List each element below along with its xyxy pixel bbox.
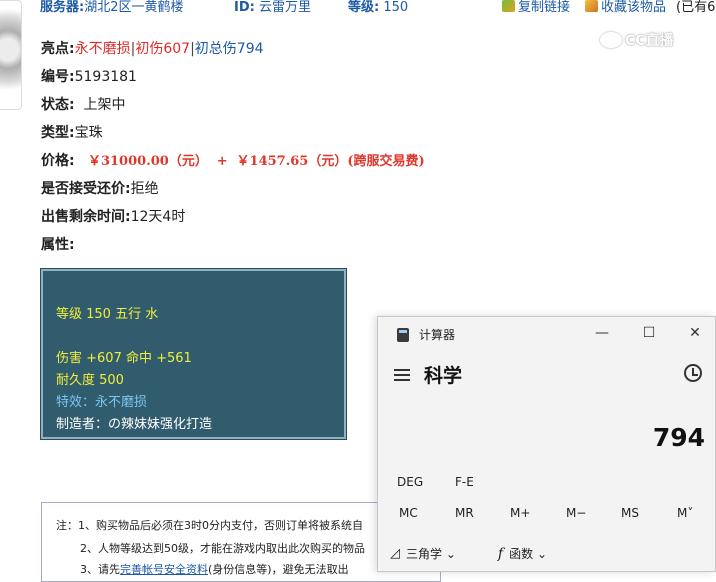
m-plus-button[interactable]: M+ bbox=[510, 506, 530, 520]
price-row: 价格: ￥31000.00（元） + ￥1457.65（元）(跨服交易费) bbox=[41, 153, 425, 169]
mr-button[interactable]: MR bbox=[455, 506, 474, 520]
attribute-panel: 等级 150 五行 水 伤害 +607 命中 +561 耐久度 500 特效：永… bbox=[40, 268, 347, 440]
remaining-time-row: 出售剩余时间: 12天4时 bbox=[41, 209, 186, 225]
ms-button[interactable]: MS bbox=[621, 506, 639, 520]
item-thumbnail[interactable] bbox=[0, 0, 22, 110]
mc-button[interactable]: MC bbox=[399, 506, 418, 520]
type-row: 类型: 宝珠 bbox=[41, 125, 103, 141]
calculator-app-icon bbox=[397, 327, 409, 342]
calculator-mode-bar: 科学 bbox=[394, 361, 462, 388]
calculator-window[interactable]: 计算器 — ☐ ✕ 科学 794 DEG F-E MC MR M+ M− MS … bbox=[377, 316, 716, 572]
chevron-down-icon: ⌄ bbox=[536, 547, 547, 561]
memory-list-button[interactable]: M˅ bbox=[677, 506, 693, 520]
attr-maker: 制造者：の辣妹妹强化打造 bbox=[56, 417, 213, 432]
maximize-button[interactable]: ☐ bbox=[639, 323, 659, 343]
status-row: 状态: 上架中 bbox=[41, 97, 126, 113]
attr-damage-hit: 伤害 +607 命中 +561 bbox=[56, 351, 192, 366]
item-header-bar: 服务器:湖北2区一黄鹤楼 ID: 云雷万里 等级: 150 复制链接 收藏该物品… bbox=[40, 0, 716, 15]
server-info: 服务器:湖北2区一黄鹤楼 bbox=[40, 0, 184, 15]
attr-level-element: 等级 150 五行 水 bbox=[56, 307, 159, 322]
trig-dropdown[interactable]: 三角学 ⌄ bbox=[406, 545, 456, 562]
highlight-row: 亮点: 永不磨损 | 初伤607 | 初总伤794 bbox=[41, 41, 264, 57]
copy-link-icon bbox=[502, 0, 515, 12]
attr-durability: 耐久度 500 bbox=[56, 373, 124, 388]
calculator-display: 794 bbox=[652, 423, 705, 452]
seller-level: 等级: 150 bbox=[348, 0, 409, 15]
watermark-logo-icon bbox=[600, 32, 622, 48]
item-image bbox=[0, 9, 21, 99]
function-dropdown[interactable]: 函数 ⌄ bbox=[509, 545, 547, 562]
favorite-count: (已有67 bbox=[676, 0, 716, 15]
chevron-down-icon: ⌄ bbox=[445, 547, 456, 561]
close-button[interactable]: ✕ bbox=[685, 323, 705, 343]
note-line-2: 2、人物等级达到50级，才能在游戏内取出此次购买的物品 bbox=[80, 542, 365, 555]
minimize-button[interactable]: — bbox=[592, 323, 612, 343]
counter-offer-row: 是否接受还价: 拒绝 bbox=[41, 181, 159, 197]
m-minus-button[interactable]: M− bbox=[566, 506, 586, 520]
attribute-label-row: 属性: bbox=[41, 237, 75, 253]
number-row: 编号: 5193181 bbox=[41, 69, 137, 85]
calculator-titlebar: 计算器 bbox=[397, 326, 455, 343]
trig-icon: ◿ bbox=[390, 546, 400, 561]
history-icon[interactable] bbox=[684, 364, 702, 382]
calculator-mode-title: 科学 bbox=[424, 365, 463, 387]
watermark: CC直播 bbox=[600, 30, 674, 50]
note-line-1: 注：1、购买物品后必须在3时0分内支付，否则订单将被系统自 bbox=[56, 519, 363, 532]
favorite-icon bbox=[585, 0, 598, 12]
function-icon: f bbox=[497, 545, 504, 562]
copy-link-button[interactable]: 复制链接 bbox=[502, 0, 570, 15]
attr-special-effect: 特效：永不磨损 bbox=[56, 395, 148, 410]
favorite-button[interactable]: 收藏该物品 bbox=[585, 0, 666, 15]
account-security-link[interactable]: 完善帐号安全资料 bbox=[120, 563, 208, 576]
deg-button[interactable]: DEG bbox=[397, 475, 423, 489]
function-toolbar: ◿ 三角学 ⌄ f 函数 ⌄ bbox=[390, 545, 547, 562]
fe-button[interactable]: F-E bbox=[455, 475, 474, 489]
note-line-3: 3、请先完善帐号安全资料(身份信息等)，避免无法取出 bbox=[80, 563, 349, 576]
menu-icon[interactable] bbox=[394, 368, 410, 381]
seller-id: ID: 云雷万里 bbox=[234, 0, 311, 15]
